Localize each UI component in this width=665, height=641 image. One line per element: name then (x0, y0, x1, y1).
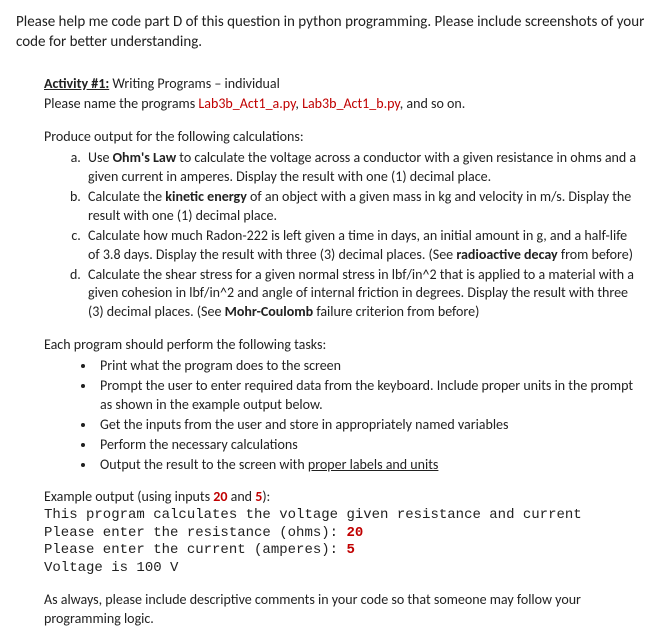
example-lead-mid: and (227, 488, 255, 505)
tasks-intro: Each program should perform the followin… (44, 336, 639, 355)
tasks-list: Print what the program does to the scree… (44, 357, 639, 474)
item-b-pre: Calculate the (88, 188, 165, 205)
task-5: Output the result to the screen with pro… (96, 456, 639, 475)
task-5-underline: proper labels and units (308, 456, 439, 473)
naming-tail: , and so on. (400, 95, 466, 112)
item-b: Calculate the kinetic energy of an objec… (84, 188, 639, 226)
activity-title-text: Writing Programs – individual (109, 75, 280, 92)
item-d-post: failure criterion from before) (313, 303, 479, 320)
question-intro: Please help me code part D of this quest… (16, 12, 649, 53)
filename-b: Lab3b_Act1_b.py (302, 95, 400, 112)
example-input-1: 20 (213, 488, 227, 505)
example-line-2-val: 20 (346, 525, 363, 541)
task-2: Prompt the user to enter required data f… (96, 377, 639, 415)
calculations-list: Use Ohm's Law to calculate the voltage a… (44, 149, 639, 322)
item-a: Use Ohm's Law to calculate the voltage a… (84, 149, 639, 187)
task-4: Perform the necessary calculations (96, 436, 639, 455)
example-line-2: Please enter the resistance (ohms): 20 (44, 525, 639, 543)
calculations-intro: Produce output for the following calcula… (44, 128, 639, 147)
item-c: Calculate how much Radon-222 is left giv… (84, 227, 639, 265)
example-line-1: This program calculates the voltage give… (44, 507, 639, 525)
item-d: Calculate the shear stress for a given n… (84, 266, 639, 323)
task-3: Get the inputs from the user and store i… (96, 416, 639, 435)
example-line-3-val: 5 (346, 542, 354, 558)
item-a-bold: Ohm's Law (113, 149, 177, 166)
item-a-pre: Use (88, 149, 113, 166)
item-c-post: from before) (558, 246, 633, 263)
example-heading: Example output (using inputs 20 and 5): (44, 488, 639, 507)
item-d-bold: Mohr-Coulomb (225, 303, 314, 320)
example-line-3: Please enter the current (amperes): 5 (44, 542, 639, 560)
document-body: Activity #1: Writing Programs – individu… (16, 75, 649, 630)
example-line-4: Voltage is 100 V (44, 560, 639, 578)
activity-heading: Activity #1: Writing Programs – individu… (44, 75, 639, 94)
item-c-bold: radioactive decay (456, 246, 557, 263)
example-output-block: This program calculates the voltage give… (44, 507, 639, 577)
task-5-pre: Output the result to the screen with (100, 456, 308, 473)
filename-a: Lab3b_Act1_a.py (198, 95, 295, 112)
example-lead-post: ): (262, 488, 270, 505)
example-line-3-pre: Please enter the current (amperes): (44, 542, 346, 558)
naming-instruction: Please name the programs Lab3b_Act1_a.py… (44, 95, 639, 114)
naming-lead: Please name the programs (44, 95, 198, 112)
example-lead-pre: Example output (using inputs (44, 488, 213, 505)
closing-note: As always, please include descriptive co… (44, 591, 639, 629)
activity-number: Activity #1: (44, 75, 109, 92)
item-b-bold: kinetic energy (165, 188, 247, 205)
example-line-2-pre: Please enter the resistance (ohms): (44, 525, 346, 541)
task-1: Print what the program does to the scree… (96, 357, 639, 376)
